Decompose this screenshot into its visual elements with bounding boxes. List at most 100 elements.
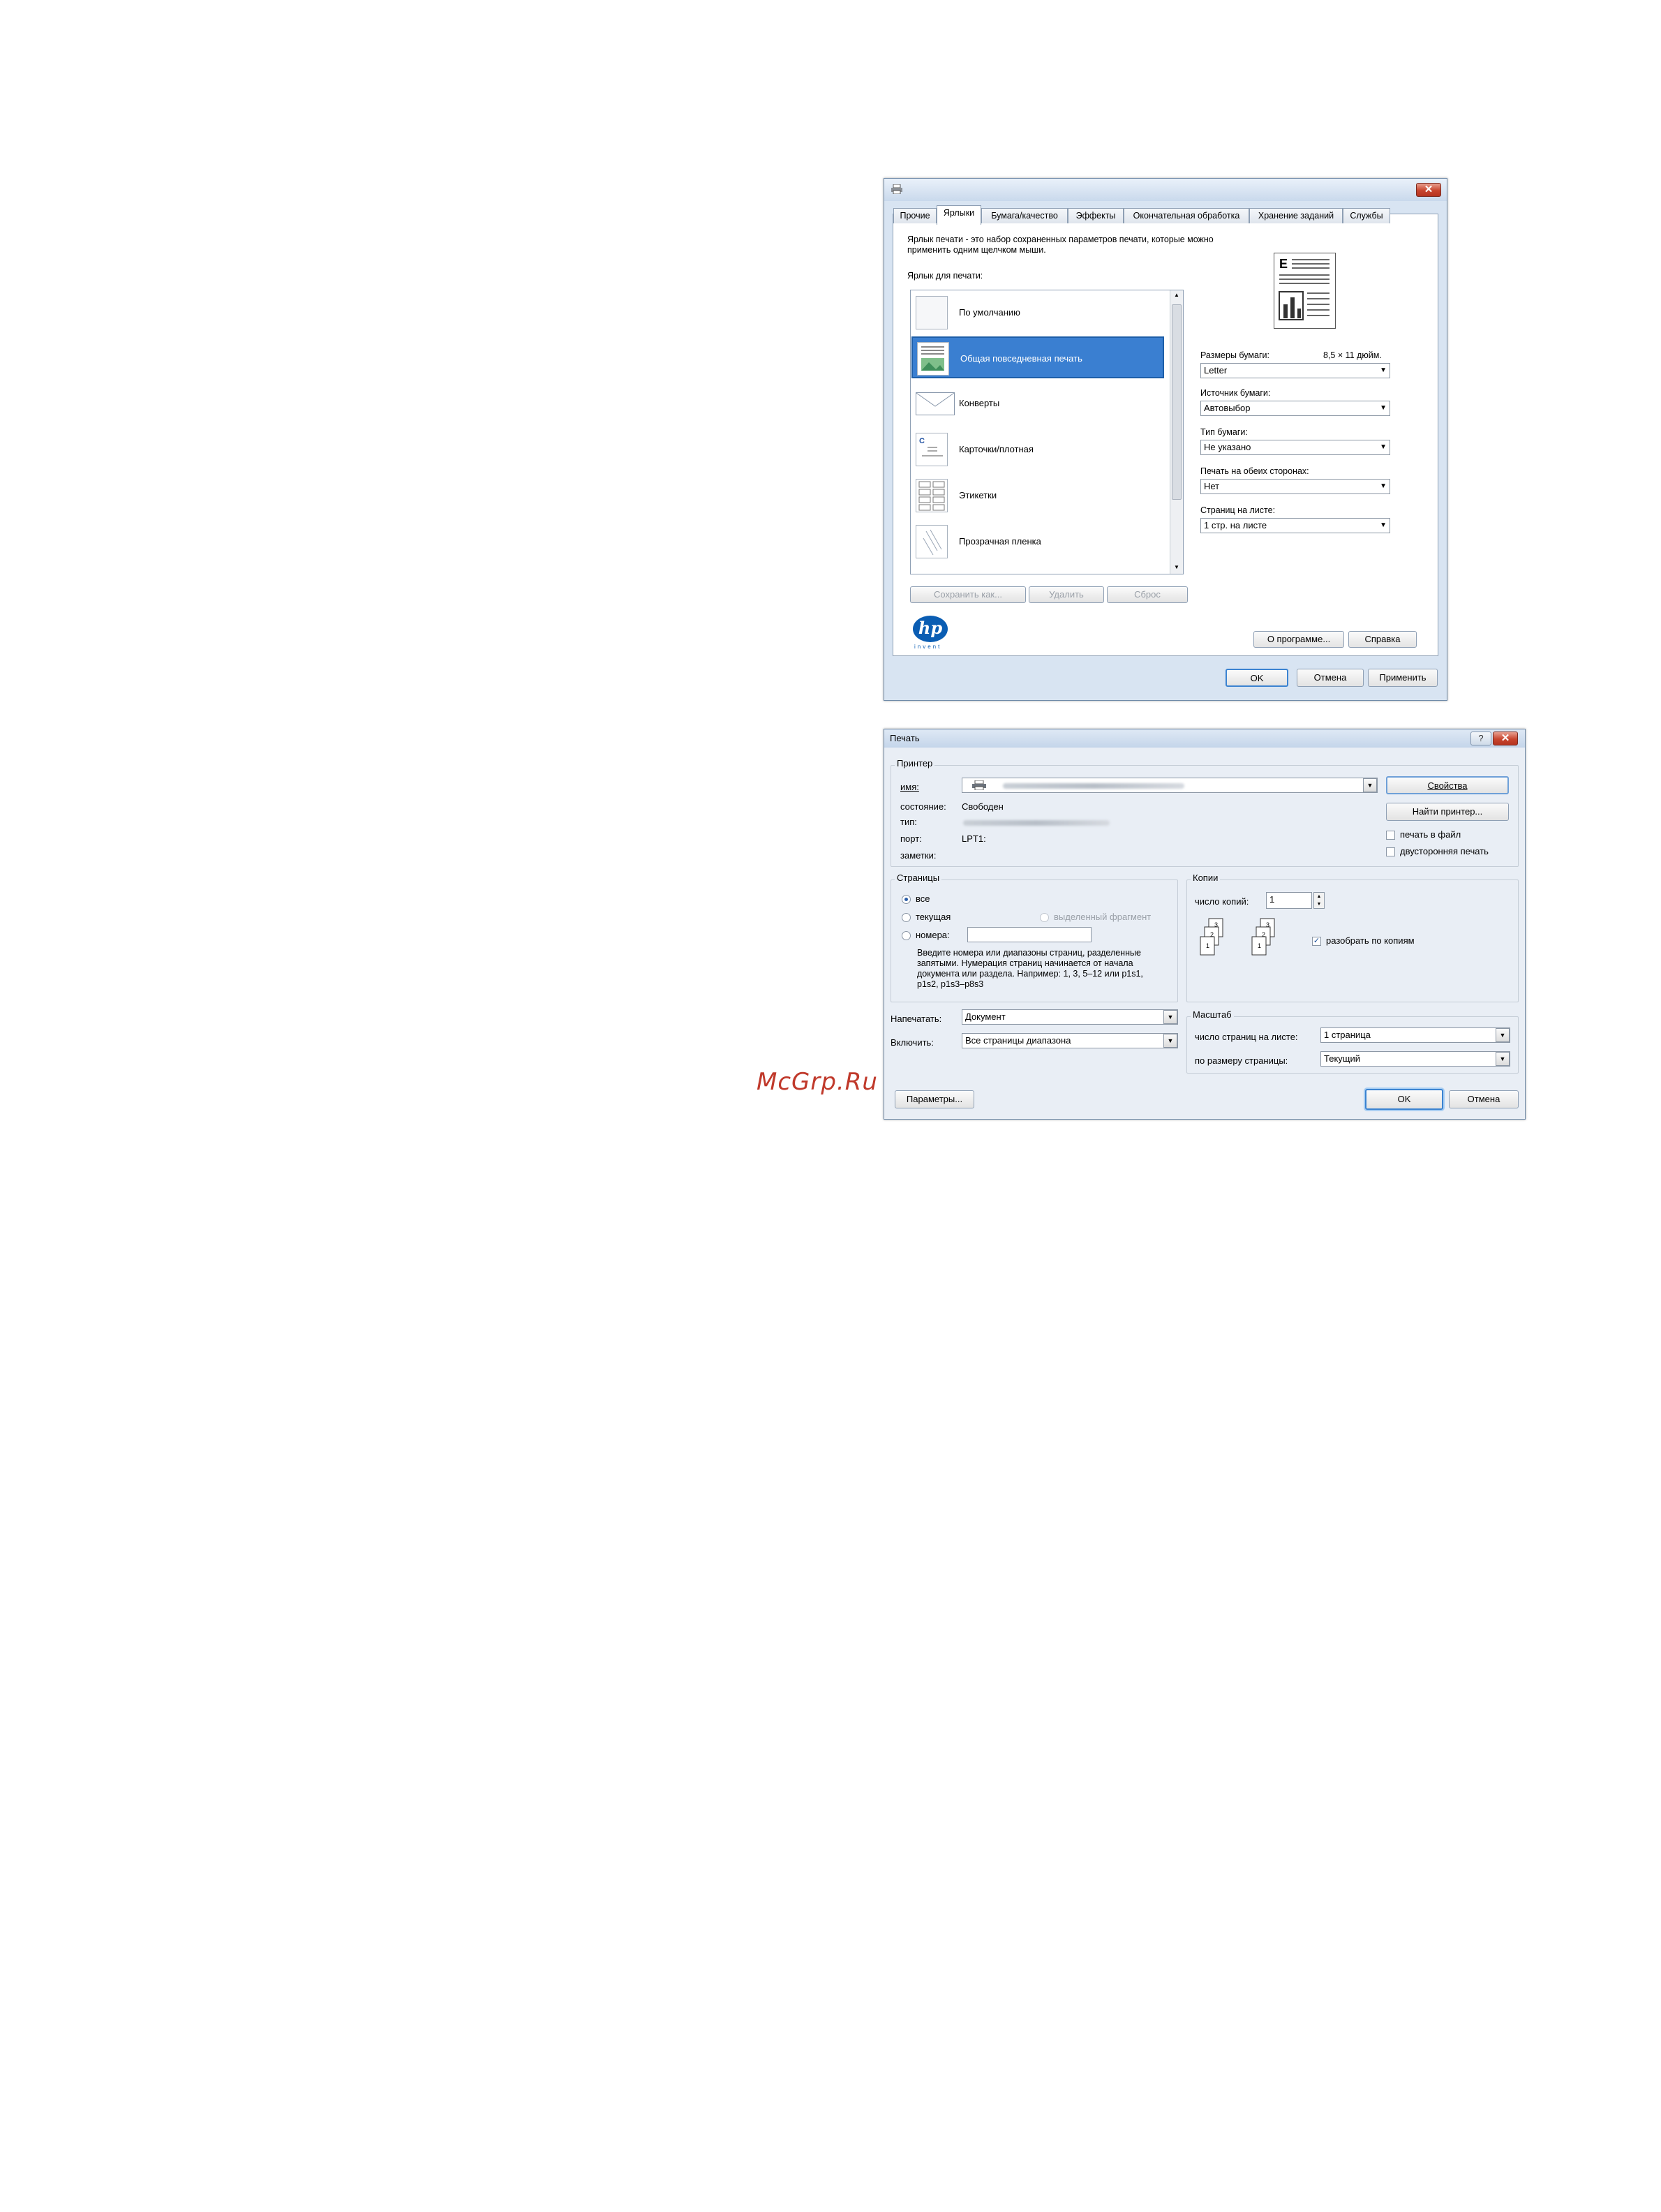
tab-finishing[interactable]: Окончательная обработка xyxy=(1124,208,1249,223)
apply-button[interactable]: Применить xyxy=(1368,669,1438,687)
all-radio[interactable] xyxy=(902,895,911,904)
printer-icon xyxy=(972,780,986,794)
title-bar: ✕ xyxy=(884,179,1447,201)
close-icon[interactable]: ✕ xyxy=(1493,732,1518,745)
svg-text:1: 1 xyxy=(1206,942,1209,949)
collate-checkbox[interactable]: ✓ xyxy=(1312,937,1321,946)
chevron-down-icon: ▼ xyxy=(1380,482,1387,490)
include-select[interactable]: Все страницы диапазона ▼ xyxy=(962,1033,1178,1048)
cancel-button[interactable]: Отмена xyxy=(1297,669,1364,687)
selection-radio[interactable] xyxy=(1040,913,1049,922)
duplex-checkbox[interactable] xyxy=(1386,847,1395,856)
page-preview-icon: E xyxy=(1274,253,1336,329)
shortcut-description: Ярлык печати - это набор сохраненных пар… xyxy=(907,235,1214,255)
select-value: Автовыбор xyxy=(1204,403,1251,413)
tab-paper-quality[interactable]: Бумага/качество xyxy=(981,208,1068,223)
page-numbers-input[interactable] xyxy=(967,927,1092,942)
watermark: McGrp.Ru xyxy=(757,1068,878,1096)
print-to-file-checkbox[interactable] xyxy=(1386,831,1395,840)
copies-spinner[interactable]: ▲ ▼ xyxy=(1313,892,1325,909)
chevron-down-icon[interactable]: ▼ xyxy=(1163,1010,1177,1024)
shortcut-default[interactable]: По умолчанию xyxy=(911,292,1164,334)
print-to-file-label: печать в файл xyxy=(1400,829,1461,840)
shortcut-cards[interactable]: C Карточки/плотная xyxy=(911,429,1164,470)
paper-source-select[interactable]: Автовыбор ▼ xyxy=(1200,401,1390,416)
chevron-down-icon[interactable]: ▼ xyxy=(1496,1052,1510,1066)
ok-button[interactable]: OK xyxy=(1226,669,1288,687)
print-ok-button[interactable]: OK xyxy=(1365,1089,1443,1110)
shortcut-labels[interactable]: Этикетки xyxy=(911,475,1164,517)
shortcut-transparency[interactable]: Прозрачная пленка xyxy=(911,521,1164,563)
scroll-thumb[interactable] xyxy=(1172,304,1182,500)
delete-button[interactable]: Удалить xyxy=(1029,586,1104,603)
transparency-icon xyxy=(916,525,948,558)
document-photo-icon xyxy=(917,342,949,376)
tab-services[interactable]: Службы xyxy=(1343,208,1390,223)
help-icon[interactable]: ? xyxy=(1470,732,1491,745)
chevron-down-icon[interactable]: ▼ xyxy=(1163,1034,1177,1048)
paper-size-value: 8,5 × 11 дюйм. xyxy=(1323,350,1382,360)
tab-effects[interactable]: Эффекты xyxy=(1068,208,1124,223)
numbers-radio[interactable] xyxy=(902,931,911,940)
shortcuts-label: Ярлык для печати: xyxy=(907,271,983,281)
paper-type-select[interactable]: Не указано ▼ xyxy=(1200,440,1390,455)
scroll-down-arrow-icon[interactable]: ▼ xyxy=(1174,564,1179,570)
reset-button[interactable]: Сброс xyxy=(1107,586,1188,603)
svg-text:1: 1 xyxy=(1258,942,1261,949)
paper-size-select[interactable]: Letter ▼ xyxy=(1200,363,1390,378)
include-label: Включить: xyxy=(891,1037,934,1048)
pages-group-label: Страницы xyxy=(895,873,942,883)
find-printer-button[interactable]: Найти принтер... xyxy=(1386,803,1509,821)
blank-page-icon xyxy=(916,296,948,329)
shortcut-envelopes[interactable]: Конверты xyxy=(911,383,1164,424)
copies-input[interactable]: 1 xyxy=(1266,892,1312,909)
chevron-down-icon[interactable]: ▼ xyxy=(1363,778,1377,792)
hp-logo-mark: hp xyxy=(913,616,948,642)
tab-other[interactable]: Прочие xyxy=(893,208,937,223)
select-value: 1 стр. на листе xyxy=(1204,520,1267,530)
shortcut-label: Конверты xyxy=(959,398,1000,408)
collate-label: разобрать по копиям xyxy=(1326,935,1415,946)
about-button[interactable]: О программе... xyxy=(1253,631,1344,648)
copies-label: число копий: xyxy=(1195,896,1249,907)
type-label: тип: xyxy=(900,817,917,827)
select-value: Letter xyxy=(1204,365,1228,376)
pages-per-sheet-label: число страниц на листе: xyxy=(1195,1032,1298,1042)
pages-per-sheet-label: Страниц на листе: xyxy=(1200,505,1276,515)
pages-per-sheet-select[interactable]: 1 стр. на листе ▼ xyxy=(1200,518,1390,533)
chevron-down-icon[interactable]: ▼ xyxy=(1496,1028,1510,1042)
select-value: 1 страница xyxy=(1324,1030,1371,1040)
scale-select[interactable]: Текущий ▼ xyxy=(1320,1051,1510,1067)
chevron-down-icon: ▼ xyxy=(1380,521,1387,529)
scroll-up-arrow-icon[interactable]: ▲ xyxy=(1174,292,1179,298)
printer-name-select[interactable]: ▼ xyxy=(962,778,1378,793)
title-bar: Печать ? ✕ xyxy=(884,729,1525,748)
pages-per-sheet-select[interactable]: 1 страница ▼ xyxy=(1320,1027,1510,1043)
envelope-icon xyxy=(916,392,955,426)
printer-group-label: Принтер xyxy=(895,758,935,769)
page-range-hint: Введите номера или диапазоны страниц, ра… xyxy=(917,948,1143,989)
save-as-button[interactable]: Сохранить как... xyxy=(910,586,1026,603)
duplex-select[interactable]: Нет ▼ xyxy=(1200,479,1390,494)
numbers-label: номера: xyxy=(916,930,950,940)
options-button[interactable]: Параметры... xyxy=(895,1090,974,1108)
paper-source-label: Источник бумаги: xyxy=(1200,388,1271,398)
properties-button[interactable]: Свойства xyxy=(1386,776,1509,794)
shortcut-everyday-printing[interactable]: Общая повседневная печать xyxy=(911,336,1164,378)
notes-label: заметки: xyxy=(900,850,937,861)
tab-job-storage[interactable]: Хранение заданий xyxy=(1249,208,1343,223)
chevron-down-icon: ▼ xyxy=(1380,366,1387,374)
current-radio[interactable] xyxy=(902,913,911,922)
tab-shortcuts[interactable]: Ярлыки xyxy=(937,205,981,225)
selection-label: выделенный фрагмент xyxy=(1054,912,1152,922)
print-cancel-button[interactable]: Отмена xyxy=(1449,1090,1519,1108)
close-button[interactable]: ✕ xyxy=(1416,183,1441,197)
shortcuts-scrollbar[interactable]: ▲ ▼ xyxy=(1170,290,1183,574)
chevron-down-icon: ▼ xyxy=(1380,443,1387,451)
duplex-label: Печать на обеих сторонах: xyxy=(1200,466,1309,476)
help-button[interactable]: Справка xyxy=(1348,631,1417,648)
select-value: Не указано xyxy=(1204,442,1251,452)
current-label: текущая xyxy=(916,912,951,922)
print-what-select[interactable]: Документ ▼ xyxy=(962,1009,1178,1025)
scale-label: по размеру страницы: xyxy=(1195,1055,1288,1066)
